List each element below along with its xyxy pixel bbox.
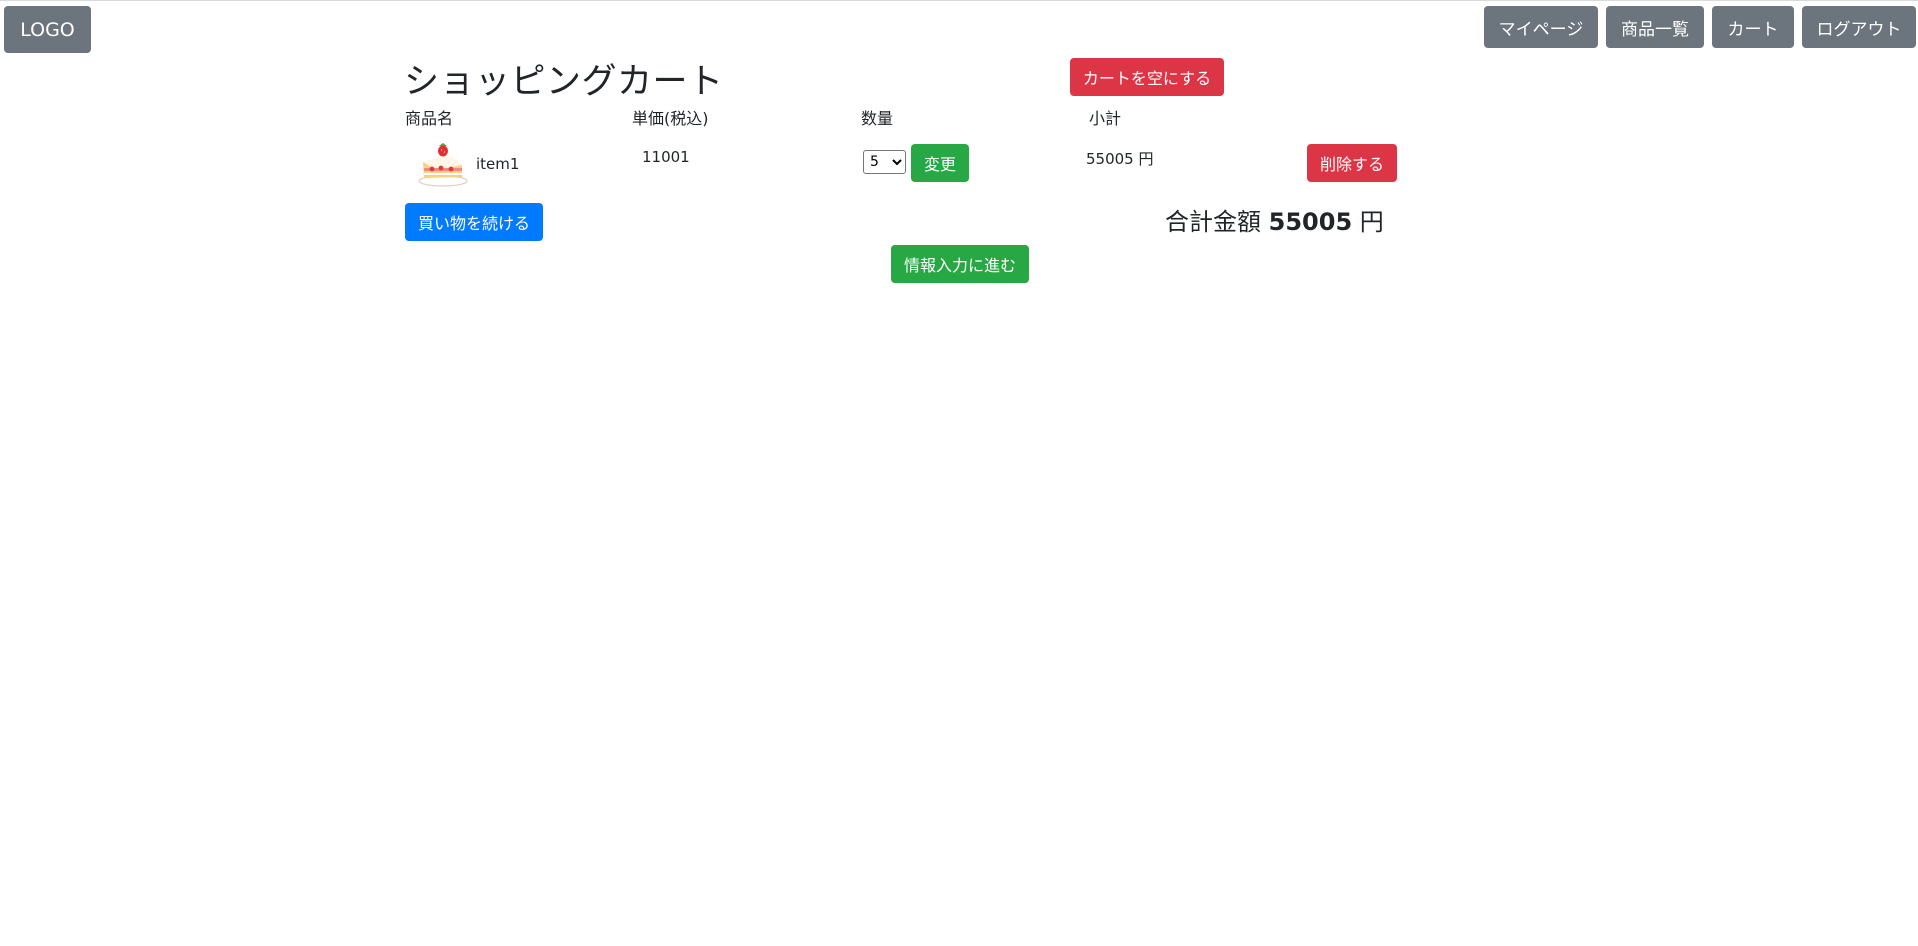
continue-shopping-button[interactable]: 買い物を続ける	[405, 203, 543, 241]
nav-mypage-button[interactable]: マイページ	[1484, 6, 1598, 48]
total-unit: 円	[1359, 208, 1384, 236]
nav-products-button[interactable]: 商品一覧	[1606, 6, 1704, 48]
item-subtotal: 55005 円	[1086, 150, 1154, 168]
empty-cart-button[interactable]: カートを空にする	[1070, 58, 1224, 96]
item-name: item1	[476, 155, 520, 173]
page-title: ショッピングカート	[404, 62, 724, 102]
cake-icon	[418, 143, 468, 187]
total-amount: 55005	[1268, 208, 1353, 236]
logo-button[interactable]: LOGO	[4, 6, 91, 53]
delete-item-button[interactable]: 削除する	[1307, 144, 1397, 182]
item-price: 11001	[642, 148, 690, 166]
nav-logout-button[interactable]: ログアウト	[1802, 6, 1916, 48]
quantity-select[interactable]: 5	[863, 150, 906, 174]
nav-cart-button[interactable]: カート	[1712, 6, 1794, 48]
column-header-quantity: 数量	[861, 109, 894, 128]
column-header-price: 単価(税込)	[632, 109, 709, 128]
total-label: 合計金額	[1165, 208, 1261, 236]
column-header-name: 商品名	[405, 109, 454, 128]
column-header-subtotal: 小計	[1089, 109, 1122, 128]
proceed-to-info-button[interactable]: 情報入力に進む	[891, 245, 1029, 283]
cart-total: 合計金額 55005 円	[1165, 202, 1384, 237]
change-quantity-button[interactable]: 変更	[911, 144, 969, 182]
